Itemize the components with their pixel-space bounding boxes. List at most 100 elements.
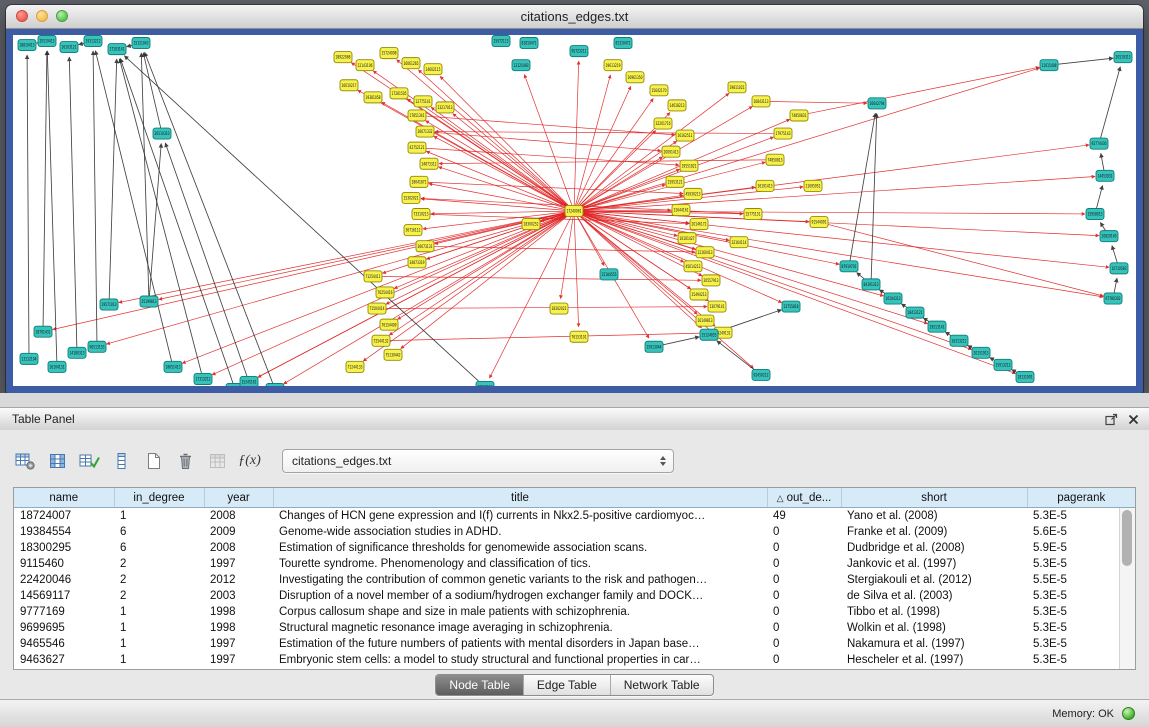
graph-edge[interactable]	[145, 52, 275, 386]
table-cell[interactable]: 18724007	[14, 508, 114, 525]
table-row[interactable]: 1938455462009Genome-wide association stu…	[14, 524, 1135, 540]
graph-node[interactable]: 17313212	[194, 373, 212, 384]
graph-node[interactable]: 18041871	[410, 176, 428, 187]
graph-node[interactable]: 20519413	[38, 36, 56, 47]
graph-node[interactable]: 71504414	[368, 303, 386, 314]
graph-edge[interactable]	[426, 121, 574, 211]
table-cell[interactable]: 2008	[204, 540, 273, 556]
graph-node[interactable]: 84191313	[862, 279, 880, 290]
graph-node[interactable]: 16010217	[340, 80, 358, 91]
table-cell[interactable]: 1997	[204, 652, 273, 668]
graph-node[interactable]: 15494213	[690, 289, 708, 300]
graph-node[interactable]: 12160413	[696, 247, 714, 258]
column-header-year[interactable]: year	[204, 488, 273, 508]
table-cell[interactable]: 9115460	[14, 556, 114, 572]
table-cell[interactable]: 2003	[204, 588, 273, 604]
graph-node[interactable]: 15124855	[700, 329, 718, 340]
table-cell[interactable]: 18300295	[14, 540, 114, 556]
table-cell[interactable]: Embryonic stem cells: a model to study s…	[273, 652, 767, 668]
graph-edge[interactable]	[27, 55, 29, 359]
graph-node[interactable]: 13079141	[708, 301, 726, 312]
graph-node[interactable]: 18131091	[1016, 371, 1034, 382]
graph-node[interactable]: 87919701	[840, 261, 858, 272]
graph-node[interactable]: 16191413	[756, 180, 774, 191]
graph-node[interactable]: 16101427	[678, 233, 696, 244]
graph-node[interactable]: 18791431	[34, 326, 52, 337]
graph-node[interactable]: 15245161	[240, 376, 258, 386]
graph-edge[interactable]	[1099, 67, 1120, 144]
graph-node[interactable]: 90513153	[88, 341, 106, 352]
tab-edge-table[interactable]: Edge Table	[524, 675, 611, 695]
table-cell[interactable]: de Silva et al. (2003)	[841, 588, 1027, 604]
minimize-window-button[interactable]	[36, 10, 48, 22]
graph-edge[interactable]	[407, 99, 574, 211]
close-panel-icon[interactable]	[1128, 414, 1139, 425]
graph-node[interactable]: 16313212	[950, 335, 968, 346]
graph-node[interactable]: 75130442	[384, 349, 402, 360]
table-cell[interactable]: 2	[114, 588, 204, 604]
graph-node[interactable]: 36716112	[404, 225, 422, 236]
graph-node[interactable]: 18810413	[18, 40, 36, 51]
close-window-button[interactable]	[16, 10, 28, 22]
graph-node[interactable]: 25199813	[140, 296, 158, 307]
graph-node[interactable]: 12143106	[356, 60, 374, 71]
graph-edge[interactable]	[47, 51, 57, 367]
create-table-button[interactable]	[140, 448, 167, 474]
graph-node[interactable]: 15121043	[132, 38, 150, 49]
graph-node[interactable]: 19551821	[680, 160, 698, 171]
graph-node[interactable]: 31644161	[672, 204, 690, 215]
graph-node[interactable]: 19513141	[928, 321, 946, 332]
table-cell[interactable]: Hescheler et al. (1997)	[841, 652, 1027, 668]
graph-edge[interactable]	[165, 143, 249, 382]
import-table-button[interactable]	[204, 448, 231, 474]
table-column-settings-button[interactable]	[12, 448, 39, 474]
table-cell[interactable]: 22420046	[14, 572, 114, 588]
table-cell[interactable]: 1997	[204, 636, 273, 652]
graph-node[interactable]: 19613219	[604, 60, 622, 71]
table-cell[interactable]: 9777169	[14, 604, 114, 620]
graph-node[interactable]: 67780302	[1104, 293, 1122, 304]
table-cell[interactable]: Tibbo et al. (1998)	[841, 604, 1027, 620]
column-header-title[interactable]: title	[273, 488, 767, 508]
table-cell[interactable]: 9463627	[14, 652, 114, 668]
graph-edge[interactable]	[109, 59, 117, 304]
graph-node[interactable]: 16642794	[868, 98, 886, 109]
graph-node[interactable]: 17975143	[774, 128, 792, 139]
column-header-out-degree[interactable]: △out_de...	[767, 488, 841, 508]
graph-node[interactable]: 34873312	[420, 158, 438, 169]
graph-node[interactable]: 14602115	[424, 64, 442, 75]
graph-node[interactable]: 71244133	[346, 361, 364, 372]
table-row[interactable]: 969969511998Structural magnetic resonanc…	[14, 620, 1135, 636]
table-row[interactable]: 1872400712008Changes of HCN gene express…	[14, 508, 1135, 525]
graph-node[interactable]: 15913044	[645, 341, 663, 352]
graph-node[interactable]: 76154409	[380, 319, 398, 330]
table-cell[interactable]: 6	[114, 524, 204, 540]
apply-function-button[interactable]: ƒ(x)	[236, 448, 263, 474]
graph-node[interactable]: 19811021	[728, 82, 746, 93]
table-cell[interactable]: Disruption of a novel member of a sodium…	[273, 588, 767, 604]
graph-edge[interactable]	[574, 211, 579, 327]
graph-node[interactable]: 12775141	[414, 96, 432, 107]
graph-node[interactable]: 13112104	[20, 353, 38, 364]
window-titlebar[interactable]: citations_edges.txt	[6, 5, 1143, 29]
table-row[interactable]: 1456911722003Disruption of a novel membe…	[14, 588, 1135, 604]
column-header-short[interactable]: short	[841, 488, 1027, 508]
graph-node[interactable]: 14180313	[68, 347, 86, 358]
table-cell[interactable]: 6	[114, 540, 204, 556]
table-cell[interactable]: 0	[767, 652, 841, 668]
graph-node[interactable]: 34873319	[408, 257, 426, 268]
graph-node[interactable]: 18922068	[334, 52, 352, 63]
table-row[interactable]: 946362711997Embryonic stem cells: a mode…	[14, 652, 1135, 668]
graph-node[interactable]: 92774430	[1090, 138, 1108, 149]
graph-node[interactable]: 10829140	[1100, 231, 1118, 242]
graph-edge[interactable]	[425, 246, 695, 252]
table-cell[interactable]: 1998	[204, 604, 273, 620]
table-cell[interactable]: 1	[114, 508, 204, 525]
graph-node[interactable]: 17103141	[108, 44, 126, 55]
graph-node[interactable]: 16103121	[60, 42, 78, 53]
graph-node[interactable]: 73319213	[412, 208, 430, 219]
graph-edge[interactable]	[574, 211, 928, 324]
table-cell[interactable]: Changes of HCN gene expression and I(f) …	[273, 508, 767, 525]
table-cell[interactable]: Genome-wide association studies in ADHD.	[273, 524, 767, 540]
network-canvas[interactable]: 1724006118922068121431061572400816061265…	[13, 35, 1136, 386]
